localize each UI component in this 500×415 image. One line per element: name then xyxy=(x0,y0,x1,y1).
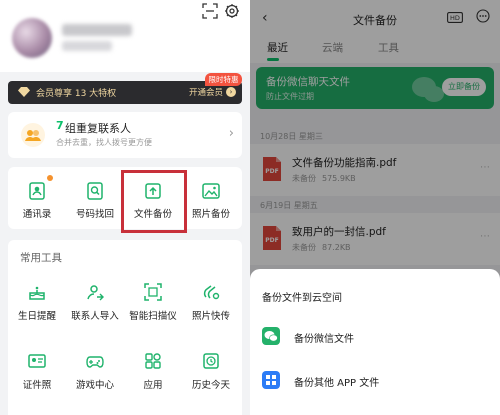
user-id-blurred xyxy=(62,41,112,51)
contacts-button[interactable]: 通讯录 xyxy=(8,167,66,229)
apps-button[interactable]: 应用 xyxy=(124,351,182,405)
tool-label: 生日提醒 xyxy=(17,311,56,322)
tool-label: 智能扫描仪 xyxy=(129,311,177,322)
birthday-reminder-button[interactable]: 生日提醒 xyxy=(8,282,66,336)
backup-other-app-files-option[interactable]: 备份其他 APP 文件 xyxy=(250,359,500,403)
chevron-right-icon: › xyxy=(228,126,234,141)
file-backup-highlight xyxy=(121,170,187,233)
tools-title: 常用工具 xyxy=(20,252,62,264)
tool-label: 游戏中心 xyxy=(75,380,114,391)
func-label: 号码找回 xyxy=(75,209,114,220)
chevron-right-icon: › xyxy=(226,87,236,97)
history-today-button[interactable]: 历史今天 xyxy=(182,351,240,405)
sheet-title: 备份文件到云空间 xyxy=(262,293,342,304)
backup-bottom-sheet: 备份文件到云空间 备份微信文件 备份其他 APP 文件 xyxy=(250,269,500,415)
scan-icon[interactable] xyxy=(202,3,218,19)
sheet-item-label: 备份其他 APP 文件 xyxy=(294,378,380,389)
sheet-item-label: 备份微信文件 xyxy=(294,334,354,345)
diamond-icon xyxy=(18,87,30,97)
tool-label: 证件照 xyxy=(22,380,52,391)
tool-label: 联系人导入 xyxy=(71,311,119,322)
common-tools: 常用工具 生日提醒 联系人导入 智能扫描仪 照片快传 证件照 游戏中心 应用 历… xyxy=(8,240,242,415)
notification-dot xyxy=(47,175,53,181)
profile-header xyxy=(0,0,250,72)
func-label: 通讯录 xyxy=(22,209,52,220)
number-recovery-button[interactable]: 号码找回 xyxy=(66,167,124,229)
id-photo-button[interactable]: 证件照 xyxy=(8,351,66,405)
tool-label: 照片快传 xyxy=(191,311,230,322)
contact-import-button[interactable]: 联系人导入 xyxy=(66,282,124,336)
gamepad-icon xyxy=(86,356,104,368)
avatar[interactable] xyxy=(12,18,52,58)
photo-transfer-button[interactable]: 照片快传 xyxy=(182,282,240,336)
func-label: 照片备份 xyxy=(191,209,230,220)
contacts-icon xyxy=(29,182,45,200)
user-name-blurred xyxy=(62,24,132,36)
profile-panel: 会员尊享 13 大特权 开通会员 › 限时特惠 7 组重复联系人 合并去重，找人… xyxy=(0,0,250,415)
merge-subtitle: 合并去重，找人拨号更方便 xyxy=(56,138,152,147)
merge-contacts-card[interactable]: 7 组重复联系人 合并去重，找人拨号更方便 › xyxy=(8,112,242,158)
wechat-icon xyxy=(262,327,280,345)
scanner-icon xyxy=(144,283,162,301)
merge-contacts-icon xyxy=(21,123,45,147)
duplicate-count: 7 xyxy=(56,119,64,132)
apps-icon xyxy=(145,353,161,369)
apps-grid-icon xyxy=(262,371,280,389)
open-vip-label: 开通会员 xyxy=(188,88,223,98)
contact-import-icon xyxy=(87,285,104,301)
tool-label: 历史今天 xyxy=(191,380,230,391)
photo-backup-icon xyxy=(202,183,220,199)
file-backup-panel: ‹ 文件备份 HD 最近 云端 工具 备份微信聊天文件 防止文件过期 立即备份 … xyxy=(250,0,500,415)
photo-transfer-icon xyxy=(203,285,220,300)
open-vip-button[interactable]: 开通会员 › xyxy=(189,86,236,98)
birthday-cake-icon xyxy=(29,286,45,300)
merge-title: 组重复联系人 xyxy=(65,122,131,135)
backup-wechat-files-option[interactable]: 备份微信文件 xyxy=(250,315,500,359)
photo-backup-button[interactable]: 照片备份 xyxy=(182,167,240,229)
tool-label: 应用 xyxy=(143,380,163,391)
number-recovery-icon xyxy=(87,182,103,200)
limited-offer-badge: 限时特惠 xyxy=(205,73,242,86)
smart-scanner-button[interactable]: 智能扫描仪 xyxy=(124,282,182,336)
id-photo-icon xyxy=(28,354,46,368)
gear-icon[interactable] xyxy=(224,3,240,19)
game-center-button[interactable]: 游戏中心 xyxy=(66,351,124,405)
history-clock-icon xyxy=(203,353,219,369)
vip-text: 会员尊享 13 大特权 xyxy=(36,89,117,99)
